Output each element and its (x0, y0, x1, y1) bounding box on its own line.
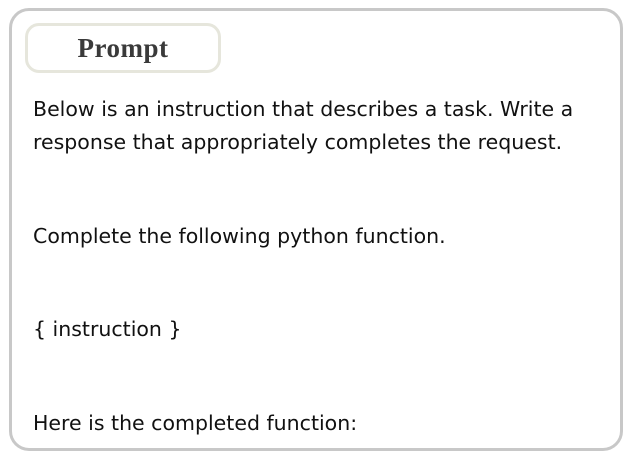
completion-paragraph: Here is the completed function: (33, 411, 358, 435)
instruction-paragraph: Below is an instruction that describes a… (33, 93, 573, 159)
text-line: Below is an instruction that describes a… (33, 97, 574, 121)
instruction-placeholder: { instruction } (33, 317, 182, 341)
card-title: Prompt (77, 32, 169, 63)
task-paragraph: Complete the following python function. (33, 224, 446, 248)
title-badge: Prompt (25, 23, 221, 73)
text-line: response that appropriately completes th… (33, 130, 563, 154)
prompt-card: Prompt Below is an instruction that desc… (9, 8, 623, 451)
